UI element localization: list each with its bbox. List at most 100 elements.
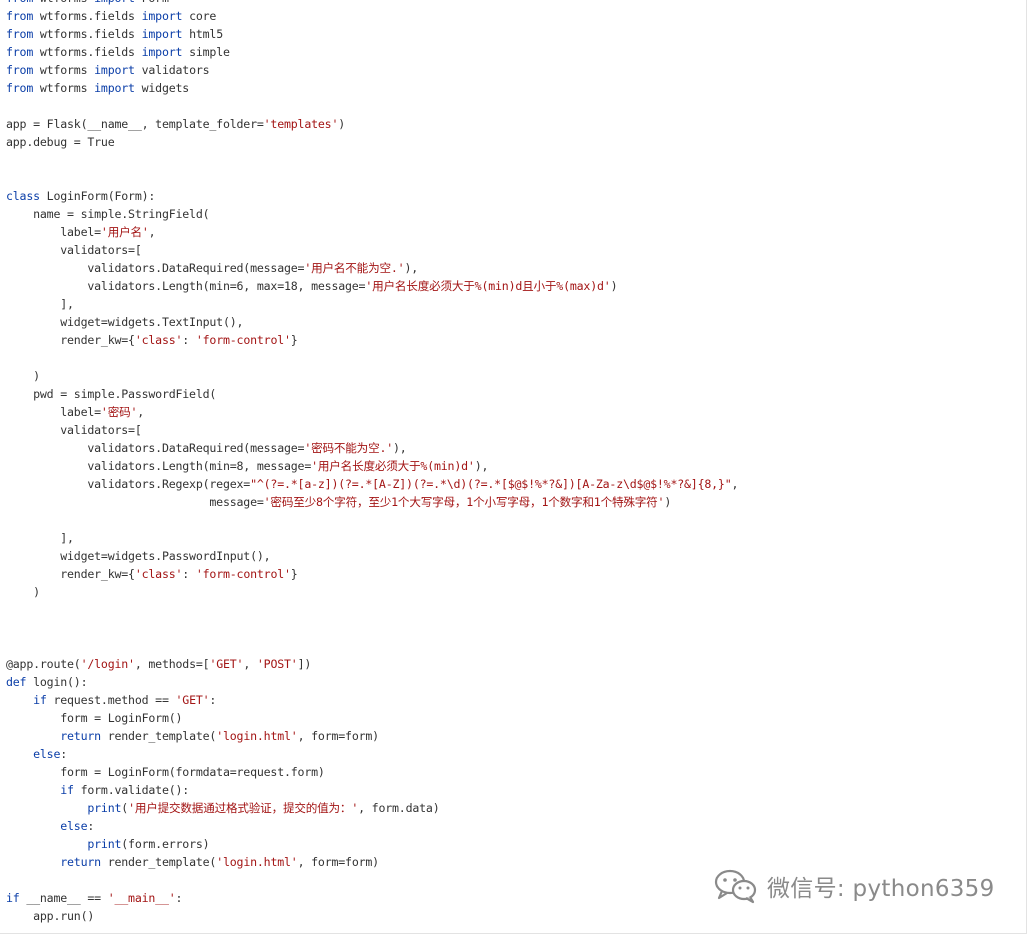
code-text: ], [6, 531, 74, 545]
code-keyword: print [87, 801, 122, 815]
code-text: ), [474, 459, 489, 473]
code-string: 'GET' [175, 693, 210, 707]
code-text: validators.Length(min=8, message= [6, 459, 312, 473]
code-line: validators.DataRequired(message='用户名不能为空… [6, 259, 738, 277]
code-text: wtforms.fields [33, 9, 142, 23]
code-line: else: [6, 745, 738, 763]
code-line: if request.method == 'GET': [6, 691, 738, 709]
code-string: 'form-control' [195, 333, 291, 347]
code-text: ) [6, 369, 40, 383]
watermark: 微信号: python6359 [713, 866, 995, 906]
code-text: validators=[ [6, 423, 142, 437]
code-text: ], [6, 297, 74, 311]
code-line: app.debug = True [6, 133, 738, 151]
code-keyword: from [6, 63, 34, 77]
code-text: (form.errors) [121, 837, 210, 851]
code-line: render_kw={'class': 'form-control'} [6, 565, 738, 583]
code-text: : [87, 819, 95, 833]
code-line: form = LoginForm() [6, 709, 738, 727]
code-line: print('用户提交数据通过格式验证，提交的值为：', form.data) [6, 799, 738, 817]
code-text: pwd = simple.PasswordField( [6, 387, 217, 401]
code-keyword: import [94, 81, 135, 95]
code-text: , form=form) [297, 729, 380, 743]
code-text: widget=widgets.TextInput(), [6, 315, 244, 329]
code-text: , methods=[ [134, 657, 210, 671]
code-text: label= [6, 225, 101, 239]
code-line: from wtforms import Form [6, 0, 738, 7]
code-line: print(form.errors) [6, 835, 738, 853]
code-text: ), [393, 441, 407, 455]
code-string: '用户名' [100, 225, 149, 239]
code-text: form = LoginForm(formdata=request.form) [6, 765, 325, 779]
code-text: : [182, 567, 196, 581]
code-line: message='密码至少8个字符，至少1个大写字母，1个小写字母，1个数字和1… [6, 493, 738, 511]
code-text: form.validate(): [73, 783, 190, 797]
code-keyword: else [60, 819, 88, 833]
code-string: 'class' [134, 567, 183, 581]
code-line: form = LoginForm(formdata=request.form) [6, 763, 738, 781]
code-text: wtforms [33, 81, 95, 95]
code-line: label='密码', [6, 403, 738, 421]
code-text: LoginForm(Form): [39, 189, 156, 203]
code-line: return render_template('login.html', for… [6, 853, 738, 871]
code-text: validators.Length(min=6, max=18, message… [6, 279, 366, 293]
code-text: login(): [26, 675, 88, 689]
code-keyword: if [33, 693, 47, 707]
code-keyword: if [6, 891, 20, 905]
wechat-icon [714, 869, 757, 904]
code-text: validators.DataRequired(message= [6, 261, 305, 275]
code-string: '用户提交数据通过格式验证，提交的值为：' [128, 801, 359, 815]
code-line: name = simple.StringField( [6, 205, 738, 223]
code-line: from wtforms.fields import core [6, 7, 738, 25]
code-keyword: else [33, 747, 61, 761]
code-text: widgets [134, 81, 190, 95]
code-text: : [182, 333, 196, 347]
code-text: render_template( [100, 729, 217, 743]
watermark-text: 微信号: python6359 [767, 876, 995, 902]
code-line: def login(): [6, 673, 738, 691]
code-text: validators [134, 63, 210, 77]
code-keyword: class [6, 189, 40, 203]
code-string: 'login.html' [216, 729, 298, 743]
code-line: app.run() [6, 907, 738, 925]
code-line: validators=[ [6, 421, 738, 439]
code-keyword: import [141, 27, 183, 41]
code-text: label= [6, 405, 101, 419]
code-line: widget=widgets.TextInput(), [6, 313, 738, 331]
code-string: 'login.html' [216, 855, 298, 869]
code-line: class LoginForm(Form): [6, 187, 738, 205]
code-text: ]) [297, 657, 312, 671]
code-line: widget=widgets.PasswordInput(), [6, 547, 738, 565]
code-keyword: print [87, 837, 122, 851]
code-keyword: import [141, 45, 183, 59]
code-text: message= [6, 495, 264, 509]
code-line: if __name__ == '__main__': [6, 889, 738, 907]
code-string: 'GET' [209, 657, 244, 671]
code-text: , [731, 477, 739, 491]
code-text: , form.data) [358, 801, 440, 815]
code-line: from wtforms.fields import simple [6, 43, 738, 61]
code-text: : [209, 693, 217, 707]
code-line: ], [6, 529, 738, 547]
code-text: form = LoginForm() [6, 711, 183, 725]
code-keyword: from [6, 81, 34, 95]
code-text: render_kw={ [6, 567, 135, 581]
code-text: , [148, 225, 156, 239]
code-text: ) [338, 117, 346, 131]
code-text: name = simple.StringField( [6, 207, 210, 221]
code-text: core [182, 9, 217, 23]
code-string: '/login' [80, 657, 135, 671]
code-text: __name__ == [19, 891, 108, 905]
code-text: validators=[ [6, 243, 142, 257]
code-keyword: import [94, 63, 135, 77]
